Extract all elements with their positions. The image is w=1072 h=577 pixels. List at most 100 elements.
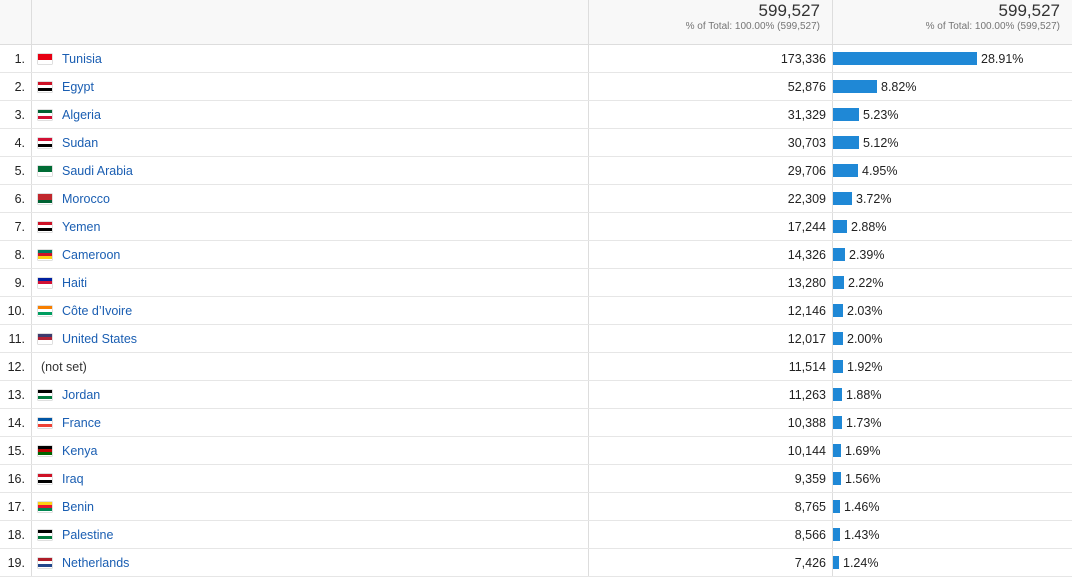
share-cell: 5.12% (833, 129, 1072, 156)
share-cell: 1.69% (833, 437, 1072, 464)
table-row: 5. Saudi Arabia 29,706 4.95% (0, 157, 1072, 185)
table-row: 19. Netherlands 7,426 1.24% (0, 549, 1072, 577)
row-rank: 3. (0, 101, 32, 128)
share-cell: 2.88% (833, 213, 1072, 240)
flag-icon (38, 81, 52, 92)
country-link[interactable]: Yemen (62, 220, 100, 234)
row-rank: 17. (0, 493, 32, 520)
country-cell: Morocco (32, 185, 589, 212)
share-bar (833, 528, 840, 541)
metric-value: 13,280 (589, 269, 833, 296)
row-rank: 1. (0, 45, 32, 72)
country-table: 599,527 % of Total: 100.00% (599,527) 59… (0, 0, 1072, 577)
country-link[interactable]: Tunisia (62, 52, 102, 66)
country-link[interactable]: Jordan (62, 388, 100, 402)
row-rank: 2. (0, 73, 32, 100)
metric-value: 30,703 (589, 129, 833, 156)
share-bar (833, 276, 844, 289)
metric-value: 22,309 (589, 185, 833, 212)
share-percent: 1.56% (845, 471, 881, 486)
country-link[interactable]: Iraq (62, 472, 84, 486)
share-percent: 2.22% (848, 275, 884, 290)
share-bar (833, 556, 839, 569)
share-bar (833, 248, 845, 261)
country-cell: Algeria (32, 101, 589, 128)
metric-total-pct: % of Total: 100.00% (599,527) (685, 21, 820, 32)
country-cell: Tunisia (32, 45, 589, 72)
metric-value: 14,326 (589, 241, 833, 268)
row-rank: 5. (0, 157, 32, 184)
share-cell: 2.39% (833, 241, 1072, 268)
country-link[interactable]: United States (62, 332, 137, 346)
share-cell: 5.23% (833, 101, 1072, 128)
share-percent: 8.82% (881, 79, 917, 94)
flag-icon (38, 417, 52, 428)
share-percent: 2.88% (851, 219, 887, 234)
metric-total: 599,527 (758, 1, 820, 20)
flag-icon (38, 53, 52, 64)
table-row: 2. Egypt 52,876 8.82% (0, 73, 1072, 101)
share-percent: 1.43% (844, 527, 880, 542)
row-rank: 7. (0, 213, 32, 240)
table-row: 13. Jordan 11,263 1.88% (0, 381, 1072, 409)
country-link[interactable]: Benin (62, 500, 94, 514)
share-percent: 4.95% (862, 163, 898, 178)
country-link[interactable]: Palestine (62, 528, 113, 542)
country-link[interactable]: Côte d’Ivoire (62, 304, 132, 318)
table-row: 16. Iraq 9,359 1.56% (0, 465, 1072, 493)
country-cell: Saudi Arabia (32, 157, 589, 184)
country-cell: Haiti (32, 269, 589, 296)
country-cell: Yemen (32, 213, 589, 240)
country-cell: Jordan (32, 381, 589, 408)
row-rank: 14. (0, 409, 32, 436)
metric-value: 10,144 (589, 437, 833, 464)
country-link[interactable]: France (62, 416, 101, 430)
row-rank: 16. (0, 465, 32, 492)
metric-value: 17,244 (589, 213, 833, 240)
table-row: 1. Tunisia 173,336 28.91% (0, 45, 1072, 73)
share-bar (833, 388, 842, 401)
share-cell: 1.88% (833, 381, 1072, 408)
metric-value: 52,876 (589, 73, 833, 100)
country-link[interactable]: Sudan (62, 136, 98, 150)
country-link[interactable]: Netherlands (62, 556, 129, 570)
country-link[interactable]: Algeria (62, 108, 101, 122)
share-percent: 5.12% (863, 135, 899, 150)
country-link[interactable]: Cameroon (62, 248, 120, 262)
country-cell: Egypt (32, 73, 589, 100)
table-row: 11. United States 12,017 2.00% (0, 325, 1072, 353)
share-cell: 2.03% (833, 297, 1072, 324)
header-metric-col: 599,527 % of Total: 100.00% (599,527) (589, 0, 833, 44)
flag-icon (38, 529, 52, 540)
metric-value: 7,426 (589, 549, 833, 576)
country-link[interactable]: Kenya (62, 444, 97, 458)
flag-icon (38, 165, 52, 176)
header-rank-col (0, 0, 32, 44)
country-cell: Sudan (32, 129, 589, 156)
country-cell: Côte d’Ivoire (32, 297, 589, 324)
share-percent: 2.39% (849, 247, 885, 262)
share-bar (833, 192, 852, 205)
share-bar (833, 108, 859, 121)
share-cell: 3.72% (833, 185, 1072, 212)
flag-icon (38, 249, 52, 260)
table-row: 4. Sudan 30,703 5.12% (0, 129, 1072, 157)
share-bar (833, 444, 841, 457)
country-link[interactable]: Egypt (62, 80, 94, 94)
share-bar (833, 332, 843, 345)
country-link[interactable]: Morocco (62, 192, 110, 206)
country-link[interactable]: Saudi Arabia (62, 164, 133, 178)
metric-value: 8,765 (589, 493, 833, 520)
share-cell: 8.82% (833, 73, 1072, 100)
table-header: 599,527 % of Total: 100.00% (599,527) 59… (0, 0, 1072, 45)
country-link[interactable]: Haiti (62, 276, 87, 290)
share-percent: 5.23% (863, 107, 899, 122)
table-row: 3. Algeria 31,329 5.23% (0, 101, 1072, 129)
share-cell: 1.73% (833, 409, 1072, 436)
country-cell: Benin (32, 493, 589, 520)
share-cell: 1.56% (833, 465, 1072, 492)
share-percent: 3.72% (856, 191, 892, 206)
country-cell: Kenya (32, 437, 589, 464)
flag-icon (38, 109, 52, 120)
share-bar (833, 164, 858, 177)
